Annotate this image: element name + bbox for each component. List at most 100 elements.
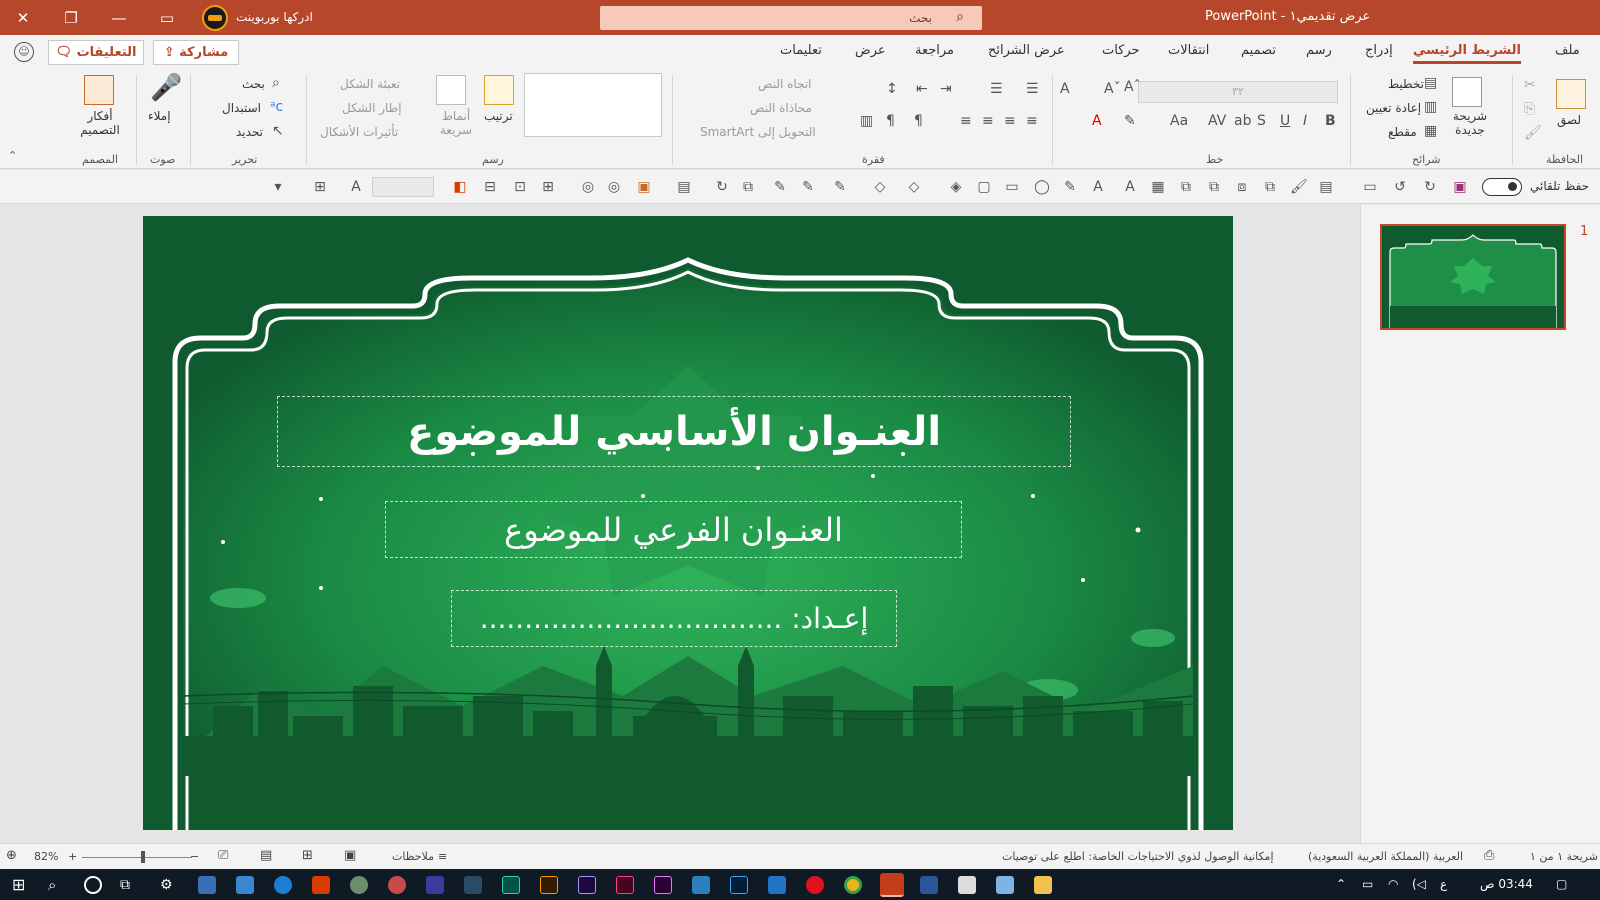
tab-home[interactable]: الشريط الرئيسي bbox=[1413, 43, 1521, 64]
columns-icon[interactable]: ▥ bbox=[860, 113, 873, 129]
shapes-gallery[interactable] bbox=[524, 73, 662, 137]
feedback-smiley-icon[interactable]: ☺ bbox=[14, 42, 34, 62]
windows-start-icon[interactable]: ⊞ bbox=[12, 876, 30, 894]
cortana-icon[interactable] bbox=[84, 876, 102, 894]
find-button[interactable]: بحث bbox=[242, 77, 265, 91]
eyedropper-icon[interactable]: ✎ bbox=[832, 179, 848, 195]
clear-formatting-icon[interactable]: A bbox=[1060, 81, 1070, 97]
union-icon[interactable]: ◎ bbox=[580, 179, 596, 195]
accessibility-status[interactable]: إمكانية الوصول لذوي الاحتياجات الخاصة: ا… bbox=[1002, 850, 1274, 863]
indesign-icon[interactable] bbox=[616, 876, 634, 894]
user-avatar[interactable] bbox=[202, 5, 228, 31]
increase-font-icon[interactable]: Aˆ bbox=[1124, 79, 1141, 95]
undo-icon[interactable]: ↺ bbox=[1392, 179, 1408, 195]
align-center-icon[interactable]: ≡ bbox=[982, 113, 994, 129]
tab-design[interactable]: تصميم bbox=[1241, 43, 1276, 58]
numbering-icon[interactable]: ☰ bbox=[990, 81, 1003, 97]
align-left-icon[interactable]: ≡ bbox=[960, 113, 972, 129]
font-size-select[interactable]: ٣٢ bbox=[1138, 81, 1338, 103]
wordart-icon[interactable]: A bbox=[1122, 179, 1138, 195]
notes-button[interactable]: ملاحظات bbox=[392, 850, 434, 863]
rectangle-icon[interactable]: ▭ bbox=[1004, 179, 1020, 195]
notifications-icon[interactable]: ▢ bbox=[1556, 877, 1567, 891]
tab-draw[interactable]: رسم bbox=[1306, 43, 1332, 58]
edge-icon[interactable] bbox=[274, 876, 292, 894]
slide-canvas[interactable]: العنـوان الأساسي للموضوع العنـوان الفرعي… bbox=[143, 216, 1233, 830]
slide-subtitle-placeholder[interactable]: العنـوان الفرعي للموضوع bbox=[385, 501, 962, 558]
comments-button[interactable]: التعليقات 🗨 bbox=[48, 40, 144, 65]
app-icon[interactable] bbox=[426, 876, 444, 894]
close-window-button[interactable]: ✕ bbox=[0, 0, 46, 35]
reset-button[interactable]: إعادة تعيين bbox=[1366, 101, 1421, 115]
align-objects-icon[interactable]: ▤ bbox=[676, 179, 692, 195]
textbox-icon[interactable]: A bbox=[1090, 179, 1106, 195]
arrange-icon[interactable] bbox=[484, 75, 514, 105]
task-view-icon[interactable]: ⧉ bbox=[120, 876, 138, 894]
tab-review[interactable]: مراجعة bbox=[915, 43, 954, 58]
font-color-box-icon[interactable]: A bbox=[348, 179, 364, 195]
normal-view-icon[interactable]: ▣ bbox=[344, 848, 356, 863]
clock[interactable]: 03:44 ص bbox=[1480, 877, 1533, 891]
draw-icon[interactable]: ✎ bbox=[772, 179, 788, 195]
slide-size-icon[interactable]: ▭ bbox=[1362, 179, 1378, 195]
microphone-icon[interactable]: 🎤 bbox=[150, 73, 182, 103]
bring-forward-icon[interactable]: ⧉ bbox=[1206, 179, 1222, 195]
tab-file[interactable]: ملف bbox=[1555, 43, 1580, 58]
zoom-slider-thumb[interactable] bbox=[141, 851, 145, 863]
slideshow-icon[interactable]: ⎚ bbox=[218, 848, 228, 863]
shape-effects-button[interactable]: تأثيرات الأشكال bbox=[320, 125, 398, 139]
merge-shapes-icon[interactable]: ◇ bbox=[906, 179, 922, 195]
align-right-icon[interactable]: ≡ bbox=[1004, 113, 1016, 129]
outdent-icon[interactable]: ⇤ bbox=[916, 81, 928, 97]
decrease-font-icon[interactable]: Aˇ bbox=[1104, 81, 1121, 97]
spell-check-icon[interactable]: ⎙ bbox=[1484, 848, 1494, 863]
customize-toolbar-icon[interactable]: ▾ bbox=[270, 179, 286, 195]
office-icon[interactable] bbox=[312, 876, 330, 894]
replace-button[interactable]: استبدال bbox=[222, 101, 261, 115]
tab-animations[interactable]: حركات bbox=[1102, 43, 1140, 58]
shape-fill-button[interactable]: تعبئة الشكل bbox=[340, 77, 400, 91]
search-icon[interactable]: ⌕ bbox=[48, 876, 66, 894]
underline-icon[interactable]: U bbox=[1280, 113, 1290, 129]
premiere-icon[interactable] bbox=[654, 876, 672, 894]
zoom-level[interactable]: 82% bbox=[34, 850, 58, 863]
quick-styles-button[interactable]: أنماط سريعة bbox=[436, 109, 476, 137]
battery-icon[interactable]: ▭ bbox=[1362, 877, 1373, 891]
chrome-icon[interactable] bbox=[844, 876, 862, 894]
illustrator-icon[interactable] bbox=[540, 876, 558, 894]
edit-shape-icon[interactable]: ◇ bbox=[872, 179, 888, 195]
group-icon[interactable]: ⧉ bbox=[1262, 179, 1278, 195]
ribbon-display-options-button[interactable]: ▭ bbox=[144, 0, 190, 35]
tab-transitions[interactable]: انتقالات bbox=[1168, 43, 1209, 58]
pen-icon[interactable]: ✎ bbox=[1062, 179, 1078, 195]
office-icon[interactable]: ◧ bbox=[452, 179, 468, 195]
design-ideas-icon[interactable] bbox=[84, 75, 114, 105]
calculator-icon[interactable] bbox=[958, 876, 976, 894]
minimize-window-button[interactable]: — bbox=[96, 0, 142, 35]
arrange-button[interactable]: ترتيب bbox=[484, 109, 513, 123]
bullets-icon[interactable]: ☰ bbox=[1026, 81, 1039, 97]
arrange-objects-icon[interactable]: ▣ bbox=[636, 179, 652, 195]
app-icon[interactable] bbox=[388, 876, 406, 894]
design-ideas-button[interactable]: أفكار التصميم bbox=[76, 109, 124, 137]
shapes-icon[interactable]: ◈ bbox=[948, 179, 964, 195]
zoom-slider[interactable] bbox=[82, 857, 192, 858]
strikethrough-icon[interactable]: ab bbox=[1234, 113, 1251, 129]
after-effects-icon[interactable] bbox=[578, 876, 596, 894]
dictate-button[interactable]: إملاء bbox=[148, 109, 171, 123]
language-indicator[interactable]: العربية (المملكة العربية السعودية) bbox=[1308, 850, 1463, 863]
settings-icon[interactable]: ⚙ bbox=[160, 876, 178, 894]
italic-icon[interactable]: I bbox=[1303, 113, 1307, 129]
rtl-icon[interactable]: ¶ bbox=[914, 113, 923, 129]
header-icon[interactable]: ▤ bbox=[1318, 179, 1334, 195]
oval-icon[interactable]: ◯ bbox=[1034, 179, 1050, 195]
section-button[interactable]: مقطع bbox=[1388, 125, 1417, 139]
wifi-icon[interactable]: ◠ bbox=[1388, 877, 1398, 891]
app-icon[interactable] bbox=[464, 876, 482, 894]
highlight-icon[interactable]: ✎ bbox=[1124, 113, 1136, 129]
format-painter-icon[interactable]: 🖌 bbox=[1290, 179, 1308, 195]
search-input[interactable]: بحث ⌕ bbox=[600, 6, 982, 30]
fit-slide-icon[interactable]: ⊕ bbox=[6, 848, 17, 863]
tab-help[interactable]: تعليمات bbox=[780, 43, 822, 58]
char-spacing-icon[interactable]: AV bbox=[1208, 113, 1226, 129]
